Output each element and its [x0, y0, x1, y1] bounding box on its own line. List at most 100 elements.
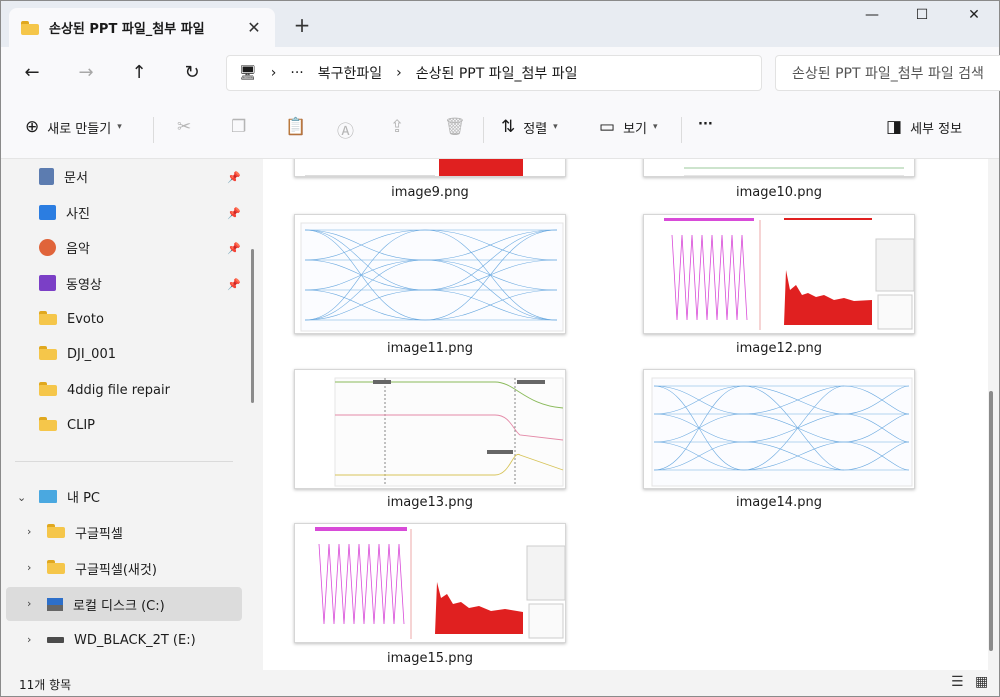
sidebar-item-local-disk-c[interactable]: 로컬 디스크 (C:)	[47, 587, 165, 621]
pin-icon[interactable]: 📌	[227, 278, 241, 291]
folder-icon	[39, 417, 57, 433]
breadcrumb-recovered-files[interactable]: 복구한파일	[318, 63, 382, 83]
sidebar-item-wd-black-e[interactable]: WD_BLACK_2T (E:)	[47, 623, 196, 657]
sidebar-item-evoto[interactable]: Evoto	[39, 302, 104, 336]
file-thumbnail[interactable]	[294, 369, 566, 489]
file-name[interactable]: image14.png	[643, 495, 915, 510]
drive-icon	[47, 637, 64, 643]
cut-button[interactable]: ✂	[177, 117, 199, 137]
details-pane-button[interactable]: ◨ 세부 정보	[886, 117, 962, 137]
close-tab-icon[interactable]: ✕	[245, 18, 263, 37]
computer-icon	[39, 489, 57, 503]
sidebar-item-label: CLIP	[67, 417, 95, 433]
file-name[interactable]: image15.png	[294, 651, 566, 666]
sidebar-item-dji-001[interactable]: DJI_001	[39, 337, 116, 371]
signal-spectrum-thumbnail-icon	[295, 524, 565, 642]
details-pane-icon: ◨	[886, 117, 903, 137]
new-tab-button[interactable]: +	[291, 15, 313, 35]
folder-icon	[47, 560, 65, 576]
chevron-right-icon[interactable]: ›	[27, 597, 31, 610]
view-button[interactable]: ▭ 보기 ▾	[599, 117, 658, 137]
pin-icon[interactable]: 📌	[227, 242, 241, 255]
sidebar-item-google-pixel-new[interactable]: 구글픽셀(새것)	[47, 551, 157, 585]
chevron-right-icon[interactable]: ›	[27, 525, 31, 538]
pin-icon[interactable]: 📌	[227, 207, 241, 220]
chevron-down-icon: ▾	[117, 122, 122, 132]
sidebar-scrollbar[interactable]	[251, 249, 254, 403]
sidebar-divider	[15, 461, 233, 462]
file-thumbnail[interactable]	[643, 369, 915, 489]
copy-button[interactable]: ❐	[231, 117, 254, 137]
eye-diagram-thumbnail-icon	[300, 222, 564, 332]
scissors-icon: ✂	[177, 117, 192, 137]
content-scrollbar[interactable]	[989, 391, 993, 651]
share-button[interactable]: ⇪	[390, 117, 412, 137]
refresh-button[interactable]: ↻	[178, 60, 206, 86]
details-label: 세부 정보	[910, 121, 963, 137]
pin-icon[interactable]: 📌	[227, 171, 241, 184]
chevron-right-icon[interactable]: ›	[27, 561, 31, 574]
tab-bar: 손상된 PPT 파일_첨부 파일 ✕ + — ☐ ✕	[1, 1, 999, 47]
details-view-icon[interactable]: ☰	[951, 674, 964, 690]
sidebar-item-google-pixel[interactable]: 구글픽셀	[47, 515, 123, 549]
sidebar-item-label: Evoto	[67, 311, 104, 327]
breadcrumb-more[interactable]: ···	[290, 65, 303, 81]
tab-current-folder[interactable]: 손상된 PPT 파일_첨부 파일 ✕	[9, 8, 275, 47]
share-icon: ⇪	[390, 117, 405, 137]
chevron-down-icon[interactable]: ⌄	[17, 491, 26, 504]
paste-button[interactable]: 📋	[285, 117, 314, 137]
sidebar-item-label: 사진	[66, 206, 90, 222]
file-name[interactable]: image13.png	[294, 495, 566, 510]
more-options-button[interactable]: ···	[698, 117, 713, 132]
file-thumbnail[interactable]	[294, 523, 566, 643]
sidebar-item-pictures[interactable]: 사진	[39, 195, 90, 229]
rename-button[interactable]: Ⓐ	[337, 117, 362, 142]
toolbar-divider	[483, 117, 484, 143]
sort-label: 정렬	[523, 121, 548, 137]
file-thumbnail[interactable]	[294, 159, 566, 177]
file-thumbnail[interactable]	[643, 159, 915, 177]
file-name[interactable]: image9.png	[294, 185, 566, 200]
search-input[interactable]: 손상된 PPT 파일_첨부 파일 검색	[775, 55, 1000, 91]
computer-icon[interactable]: 🖥	[239, 65, 257, 81]
breadcrumb-separator[interactable]: ›	[396, 65, 402, 81]
sidebar-item-clip[interactable]: CLIP	[39, 408, 95, 442]
chevron-down-icon: ▾	[553, 122, 558, 132]
file-explorer-window: 손상된 PPT 파일_첨부 파일 ✕ + — ☐ ✕ ← → ↑ ↻ 🖥 › ·…	[0, 0, 1000, 697]
close-window-button[interactable]: ✕	[951, 7, 997, 33]
back-button[interactable]: ←	[18, 60, 46, 86]
up-button[interactable]: ↑	[125, 60, 153, 86]
maximize-button[interactable]: ☐	[899, 7, 945, 33]
breadcrumb-separator[interactable]: ›	[271, 65, 277, 81]
minimize-button[interactable]: —	[849, 7, 895, 33]
new-button[interactable]: ⊕ 새로 만들기 ▾	[25, 117, 122, 137]
sort-icon: ⇅	[501, 117, 516, 137]
sidebar-item-label: 문서	[64, 170, 88, 186]
line-plot-thumbnail-icon	[644, 159, 914, 176]
sidebar-item-this-pc[interactable]: 내 PC	[39, 479, 100, 513]
file-name[interactable]: image11.png	[294, 341, 566, 356]
chevron-down-icon: ▾	[652, 122, 658, 132]
tab-title: 손상된 PPT 파일_첨부 파일	[49, 22, 205, 37]
sort-button[interactable]: ⇅ 정렬 ▾	[501, 117, 558, 137]
chevron-right-icon[interactable]: ›	[27, 633, 31, 646]
music-icon	[39, 238, 56, 256]
address-bar[interactable]: 🖥 › ··· 복구한파일 › 손상된 PPT 파일_첨부 파일	[226, 55, 762, 91]
folder-icon	[39, 346, 57, 362]
sidebar-item-documents[interactable]: 문서	[39, 159, 88, 193]
file-thumbnail[interactable]	[294, 214, 566, 334]
sidebar-item-videos[interactable]: 동영상	[39, 266, 102, 300]
sidebar-item-music[interactable]: 음악	[39, 230, 90, 264]
sidebar-item-label: 동영상	[66, 277, 102, 293]
delete-button[interactable]: 🗑	[444, 117, 474, 137]
tiles-view-icon[interactable]: ▦	[975, 674, 988, 690]
file-name[interactable]: image10.png	[643, 185, 915, 200]
breadcrumb-current-folder[interactable]: 손상된 PPT 파일_첨부 파일	[416, 63, 578, 83]
file-name[interactable]: image12.png	[643, 341, 915, 356]
folder-icon	[47, 524, 65, 540]
sidebar-item-4ddig[interactable]: 4ddig file repair	[39, 373, 170, 407]
sidebar-item-label: DJI_001	[67, 346, 116, 362]
command-bar: ⊕ 새로 만들기 ▾ ✂ ❐ 📋 Ⓐ ⇪ 🗑 ⇅ 정렬 ▾ ▭ 보기 ▾ ···…	[1, 99, 999, 159]
file-thumbnail[interactable]	[643, 214, 915, 334]
forward-button[interactable]: →	[72, 60, 100, 86]
